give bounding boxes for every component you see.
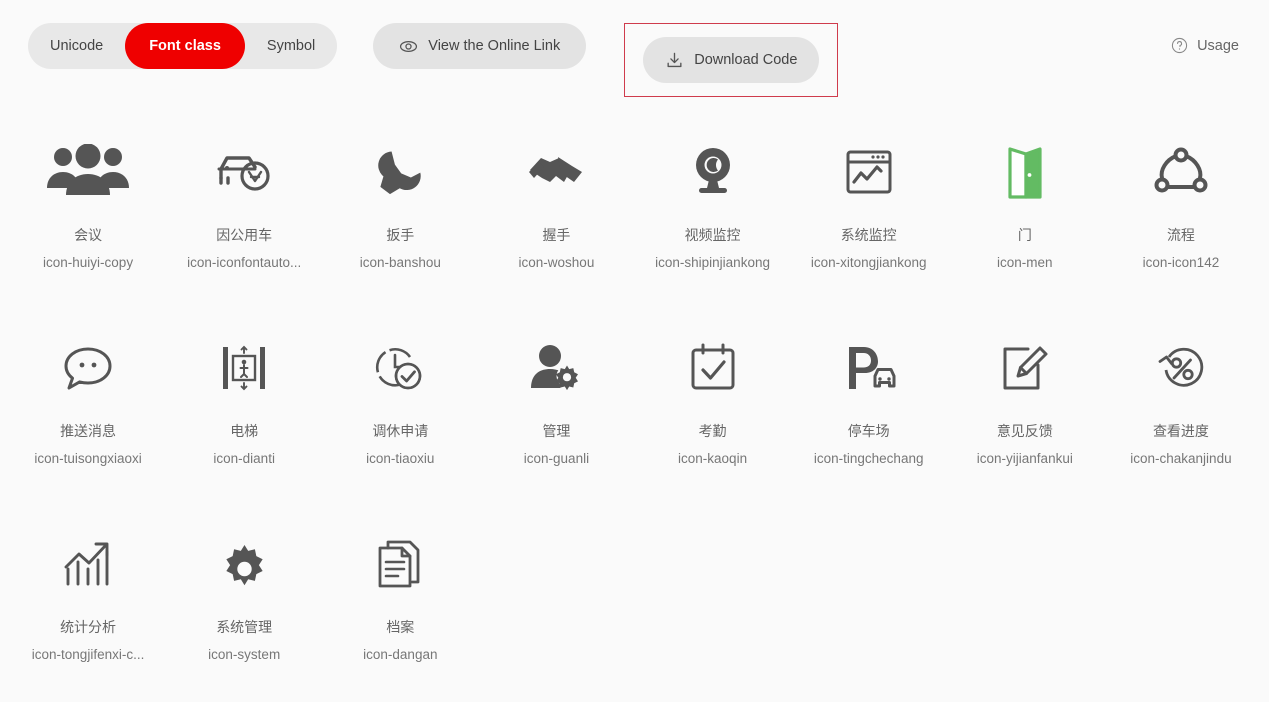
icon-name: 系统管理 xyxy=(216,619,273,635)
system-monitor-icon xyxy=(844,136,894,208)
icon-name: 系统监控 xyxy=(840,227,897,243)
icon-card-xitongjiankong[interactable]: 系统监控 icon-xitongjiankong xyxy=(791,114,947,310)
icon-card-iconfontauto[interactable]: 因公用车 icon-iconfontauto... xyxy=(166,114,322,310)
view-online-link-button[interactable]: View the Online Link xyxy=(373,23,587,69)
icon-name: 门 xyxy=(1017,227,1032,243)
download-code-label: Download Code xyxy=(694,52,798,68)
door-icon xyxy=(1002,136,1048,208)
icon-card-yijianfankui[interactable]: 意见反馈 icon-yijianfankui xyxy=(947,310,1103,506)
question-circle-icon xyxy=(1171,37,1188,54)
icon-code: icon-tongjifenxi-c... xyxy=(31,647,145,662)
icon-code: icon-dianti xyxy=(213,451,275,466)
percent-circle-icon xyxy=(1155,332,1207,404)
icon-card-icon142[interactable]: 流程 icon-icon142 xyxy=(1103,114,1259,310)
icon-code: icon-guanli xyxy=(523,451,590,466)
documents-icon xyxy=(376,528,424,600)
calendar-check-icon xyxy=(688,332,738,404)
icon-code: icon-iconfontauto... xyxy=(187,255,302,270)
icon-code: icon-yijianfankui xyxy=(976,451,1073,466)
tab-unicode[interactable]: Unicode xyxy=(28,23,125,69)
wrench-icon xyxy=(374,136,426,208)
bar-chart-arrow-icon xyxy=(62,528,114,600)
icon-card-banshou[interactable]: 扳手 icon-banshou xyxy=(322,114,478,310)
edit-pencil-square-icon xyxy=(1000,332,1050,404)
usage-label: Usage xyxy=(1197,37,1239,54)
parking-car-icon xyxy=(841,332,897,404)
icon-card-system[interactable]: 系统管理 icon-system xyxy=(166,506,322,702)
icon-name: 会议 xyxy=(74,227,103,243)
icon-name: 统计分析 xyxy=(60,619,117,635)
format-tab-group[interactable]: Unicode Font class Symbol xyxy=(28,23,338,69)
icon-name: 停车场 xyxy=(847,423,890,439)
icon-code: icon-tiaoxiu xyxy=(366,451,435,466)
icon-name: 调休申请 xyxy=(372,423,429,439)
icon-code: icon-woshou xyxy=(518,255,595,270)
icon-card-chakanjindu[interactable]: 查看进度 icon-chakanjindu xyxy=(1103,310,1259,506)
icon-code: icon-chakanjindu xyxy=(1130,451,1232,466)
icon-card-tiaoxiu[interactable]: 调休申请 icon-tiaoxiu xyxy=(322,310,478,506)
download-code-highlight-box: Download Code xyxy=(624,23,839,97)
icon-code: icon-huiyi-copy xyxy=(43,255,134,270)
icon-card-tingchechang[interactable]: 停车场 icon-tingchechang xyxy=(791,310,947,506)
tab-font-class[interactable]: Font class xyxy=(125,23,245,69)
icon-name: 查看进度 xyxy=(1152,423,1209,439)
icon-name: 因公用车 xyxy=(216,227,273,243)
icon-name: 意见反馈 xyxy=(996,423,1053,439)
flow-nodes-icon xyxy=(1153,136,1209,208)
clock-check-icon xyxy=(374,332,426,404)
icon-name: 握手 xyxy=(542,227,571,243)
icon-card-kaoqin[interactable]: 考勤 icon-kaoqin xyxy=(635,310,791,506)
icon-card-shipinjiankong[interactable]: 视频监控 icon-shipinjiankong xyxy=(635,114,791,310)
icon-name: 电梯 xyxy=(230,423,259,439)
elevator-icon xyxy=(221,332,267,404)
download-icon xyxy=(665,51,684,70)
download-code-button[interactable]: Download Code xyxy=(643,37,820,83)
icon-code: icon-shipinjiankong xyxy=(655,255,770,270)
eye-icon xyxy=(399,37,418,56)
icon-name: 流程 xyxy=(1166,227,1195,243)
icon-card-guanli[interactable]: 管理 icon-guanli xyxy=(478,310,634,506)
icon-code: icon-system xyxy=(208,647,281,662)
icon-card-tongjifenxi[interactable]: 统计分析 icon-tongjifenxi-c... xyxy=(10,506,166,702)
icon-card-dangan[interactable]: 档案 icon-dangan xyxy=(322,506,478,702)
icon-card-woshou[interactable]: 握手 icon-woshou xyxy=(478,114,634,310)
toolbar: Unicode Font class Symbol View the Onlin… xyxy=(0,0,1269,97)
icon-card-men[interactable]: 门 icon-men xyxy=(947,114,1103,310)
icon-name: 考勤 xyxy=(698,423,727,439)
icon-card-dianti[interactable]: 电梯 icon-dianti xyxy=(166,310,322,506)
icon-name: 视频监控 xyxy=(684,227,741,243)
gear-icon xyxy=(219,528,269,600)
handshake-icon xyxy=(528,136,584,208)
usage-link[interactable]: Usage xyxy=(1171,37,1239,54)
official-car-icon xyxy=(215,136,273,208)
view-online-link-label: View the Online Link xyxy=(428,38,561,54)
icon-code: icon-icon142 xyxy=(1142,255,1220,270)
icon-card-tuisongxiaoxi[interactable]: 推送消息 icon-tuisongxiaoxi xyxy=(10,310,166,506)
chat-bubble-icon xyxy=(62,332,114,404)
icon-code: icon-tingchechang xyxy=(813,451,924,466)
tab-symbol[interactable]: Symbol xyxy=(245,23,337,69)
icon-code: icon-xitongjiankong xyxy=(810,255,927,270)
user-gear-icon xyxy=(530,332,582,404)
webcam-icon xyxy=(687,136,739,208)
view-online-link-wrapper: View the Online Link xyxy=(373,23,587,69)
icon-card-huiyi[interactable]: 会议 icon-huiyi-copy xyxy=(10,114,166,310)
icon-code: icon-dangan xyxy=(363,647,438,662)
icon-name: 管理 xyxy=(542,423,571,439)
users-group-icon xyxy=(45,136,131,208)
icon-code: icon-tuisongxiaoxi xyxy=(34,451,142,466)
icon-code: icon-men xyxy=(997,255,1053,270)
icon-code: icon-banshou xyxy=(359,255,441,270)
icon-name: 档案 xyxy=(386,619,415,635)
icon-name: 推送消息 xyxy=(60,423,117,439)
icon-name: 扳手 xyxy=(386,227,415,243)
icon-code: icon-kaoqin xyxy=(678,451,748,466)
icon-grid: 会议 icon-huiyi-copy 因公用车 icon-iconfontaut… xyxy=(0,92,1269,702)
